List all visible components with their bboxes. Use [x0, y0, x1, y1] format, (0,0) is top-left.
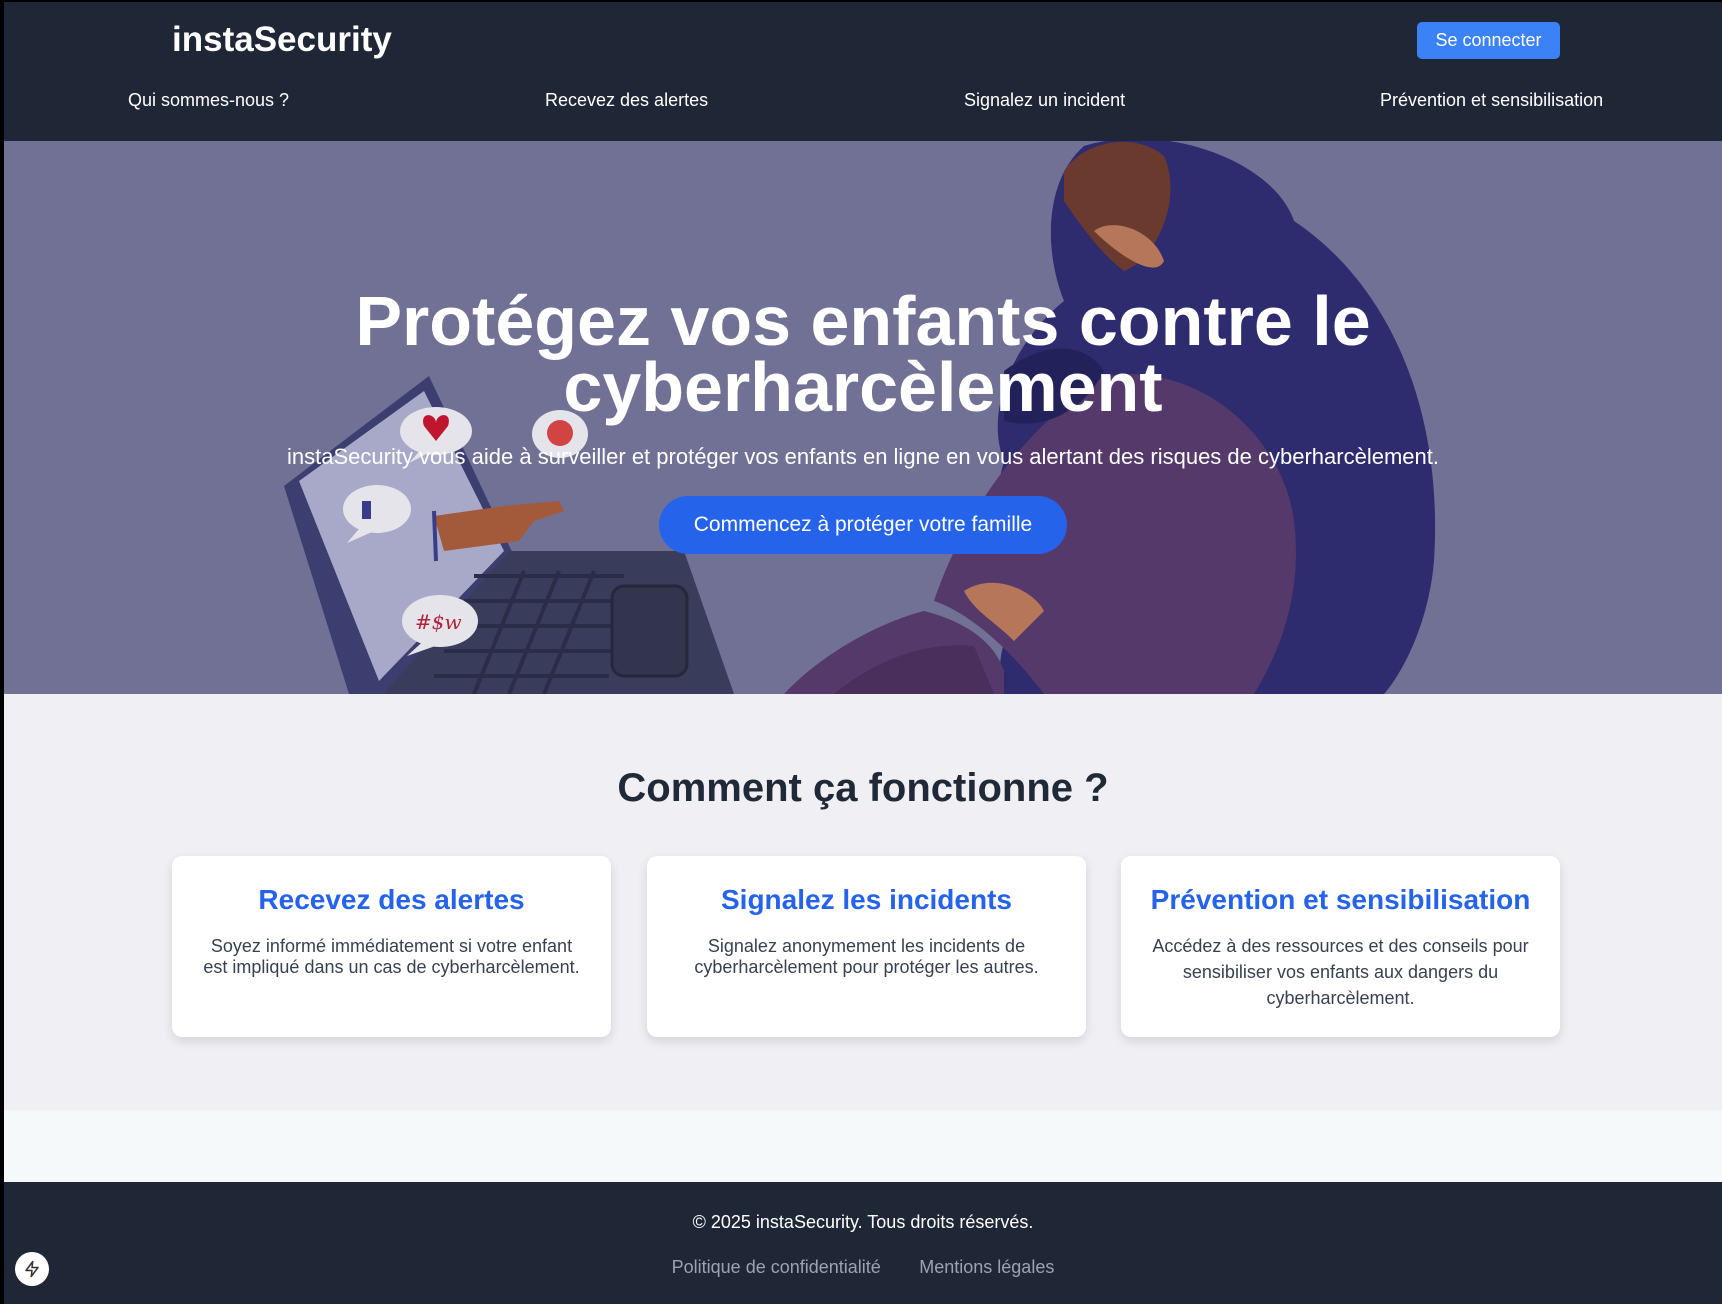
- footer-copyright: © 2025 instaSecurity. Tous droits réserv…: [692, 1212, 1034, 1232]
- card-title: Signalez les incidents: [721, 884, 1012, 915]
- footer-links: Politique de confidentialité Mentions lé…: [4, 1257, 1722, 1278]
- main-nav: Qui sommes-nous ? Recevez des alertes Si…: [4, 90, 1722, 116]
- card-text: Soyez informé immédiatement si votre enf…: [203, 936, 580, 977]
- start-protecting-button[interactable]: Commencez à protéger votre famille: [658, 496, 1068, 554]
- page: instaSecurity Se connecter Qui sommes-no…: [4, 2, 1722, 1304]
- hero-title: Protégez vos enfants contre le cyberharc…: [355, 282, 1371, 426]
- feature-card-report: Signalez les incidents Signalez anonymem…: [647, 856, 1086, 1037]
- card-text: Signalez anonymement les incidents de cy…: [694, 936, 1039, 977]
- privacy-policy-link[interactable]: Politique de confidentialité: [672, 1257, 881, 1277]
- site-footer: © 2025 instaSecurity. Tous droits réserv…: [4, 1182, 1722, 1304]
- brand-logo[interactable]: instaSecurity: [172, 20, 392, 60]
- feature-card-prevention: Prévention et sensibilisation Accédez à …: [1121, 856, 1560, 1037]
- section-title: Comment ça fonctionne ?: [617, 766, 1109, 810]
- spacer-strip: [4, 1110, 1722, 1182]
- login-button[interactable]: Se connecter: [1417, 22, 1560, 59]
- hero-subtitle: instaSecurity vous aide à surveiller et …: [287, 444, 1439, 469]
- site-header: instaSecurity Se connecter Qui sommes-no…: [4, 2, 1722, 141]
- how-it-works-section: Comment ça fonctionne ? Recevez des aler…: [4, 694, 1722, 1110]
- hero-content: Protégez vos enfants contre le cyberharc…: [4, 282, 1722, 554]
- legal-notice-link[interactable]: Mentions légales: [919, 1257, 1054, 1277]
- lightning-bolt-icon[interactable]: [15, 1252, 49, 1286]
- card-title: Recevez des alertes: [258, 884, 525, 915]
- card-text: Accédez à des ressources et des conseils…: [1152, 936, 1529, 1008]
- feature-card-alerts: Recevez des alertes Soyez informé immédi…: [172, 856, 611, 1037]
- hero-section: #$w Protégez vos enfants contre le cyber…: [4, 141, 1722, 694]
- nav-link-prevention[interactable]: Prévention et sensibilisation: [1380, 90, 1603, 111]
- nav-link-about[interactable]: Qui sommes-nous ?: [128, 90, 289, 111]
- nav-link-report[interactable]: Signalez un incident: [964, 90, 1125, 111]
- nav-link-alerts[interactable]: Recevez des alertes: [545, 90, 708, 111]
- bubble-text: #$w: [415, 610, 462, 634]
- card-title: Prévention et sensibilisation: [1150, 884, 1531, 915]
